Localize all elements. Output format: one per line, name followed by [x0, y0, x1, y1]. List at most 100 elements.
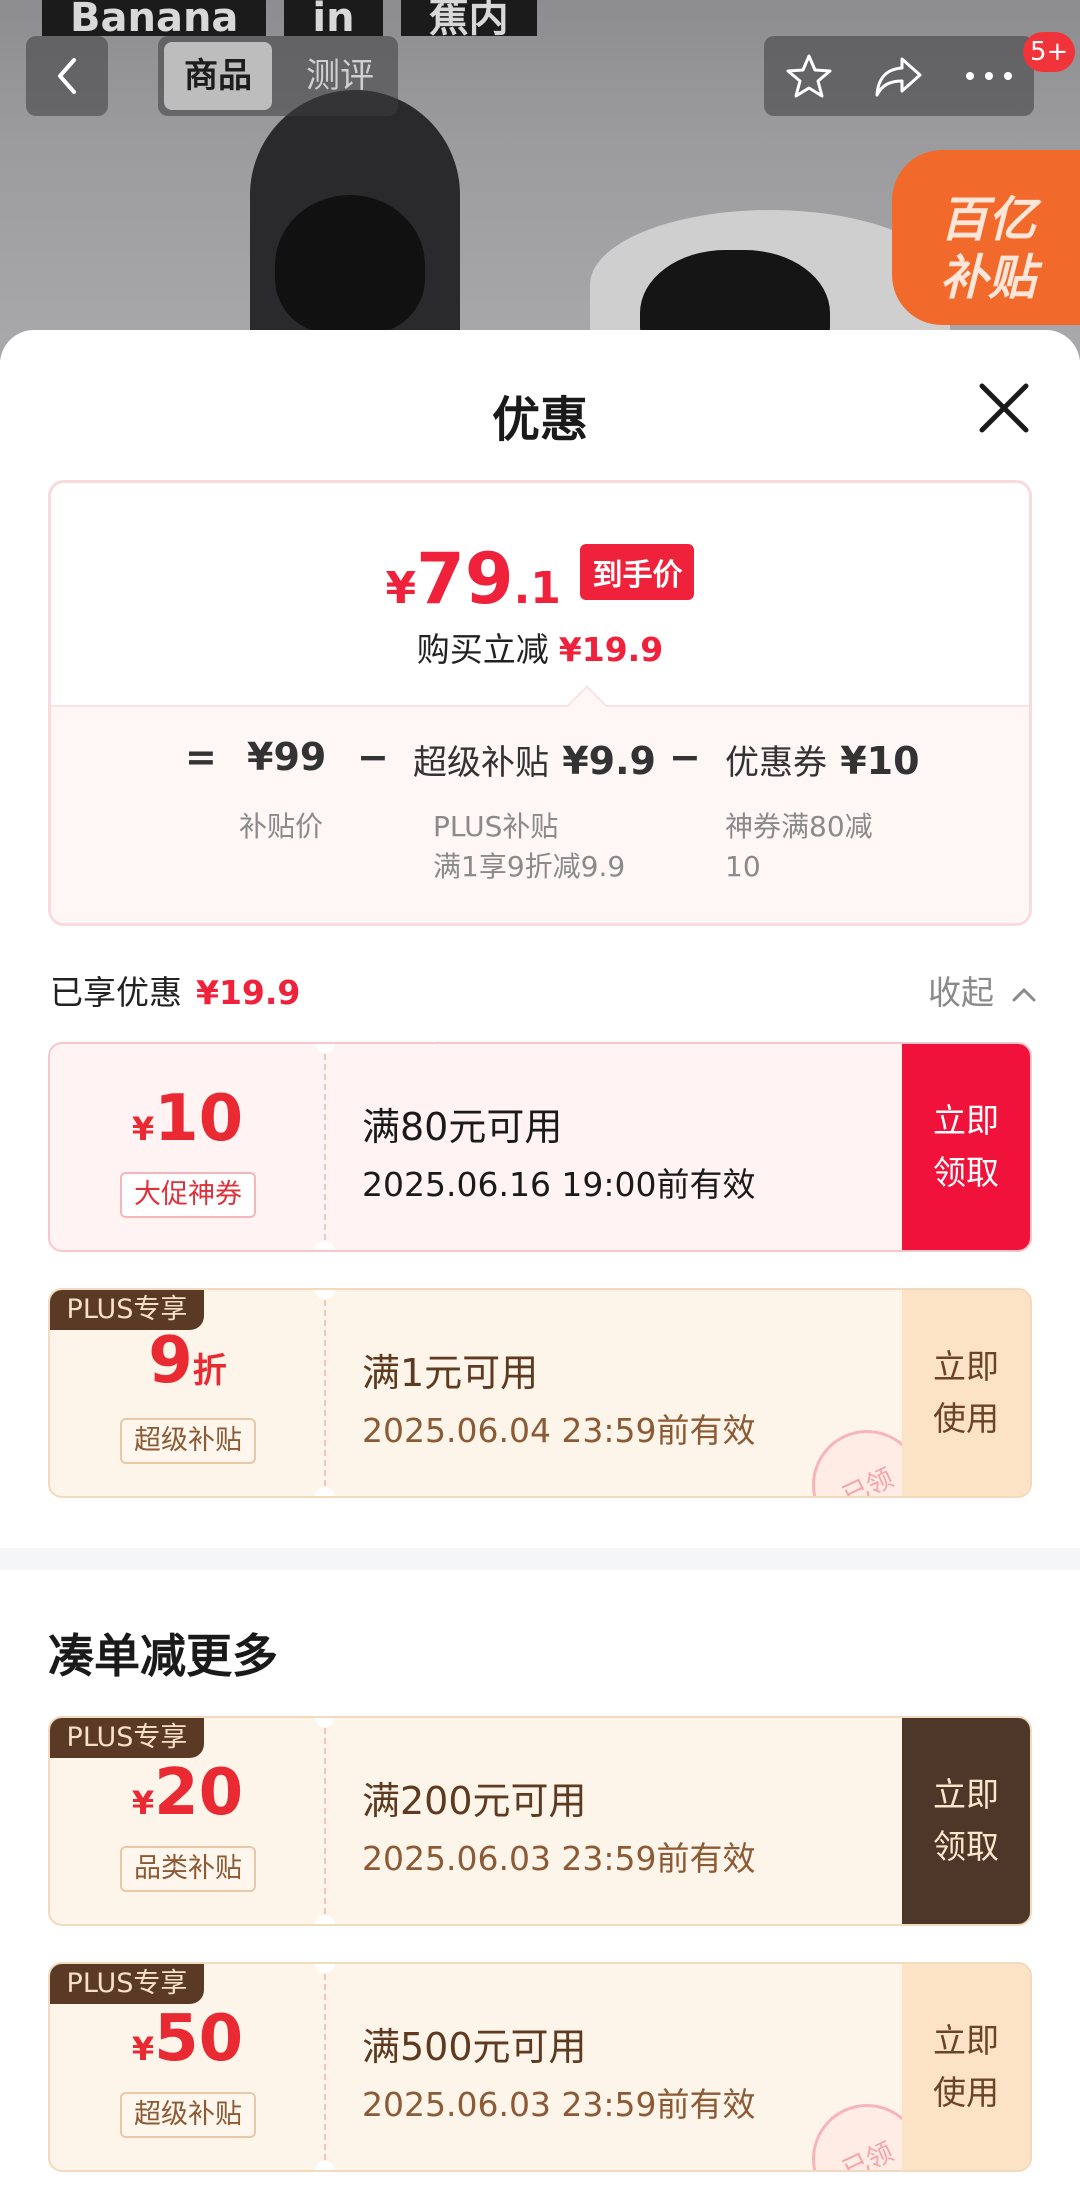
- tab-review[interactable]: 测评: [290, 42, 390, 110]
- coupon-divider: [324, 1728, 326, 1914]
- coupon-type-tag: 超级补贴: [120, 1418, 256, 1464]
- collapse-toggle[interactable]: 收起: [928, 966, 1037, 1014]
- final-price: ¥79.1 到手价: [51, 538, 1029, 620]
- coupon-note: 神券满80减: [725, 810, 873, 843]
- super-subsidy-label: 超级补贴: [413, 743, 549, 783]
- instant-discount: 购买立减 ¥19.9: [51, 623, 1029, 671]
- subsidy-badge: 百亿 补贴: [892, 150, 1080, 325]
- notification-badge: 5+: [1023, 32, 1076, 72]
- collapse-label: 收起: [928, 973, 994, 1012]
- coupon-expiry: 2025.06.04 23:59前有效: [362, 1411, 756, 1450]
- subsidy-note: PLUS补贴: [433, 810, 559, 843]
- coupon-discount-amount: ¥10: [840, 739, 920, 783]
- coupon-condition: 满500元可用: [362, 2025, 587, 2069]
- brand-word: 蕉内: [400, 0, 537, 36]
- currency-symbol: ¥: [131, 1784, 155, 1822]
- back-button[interactable]: [26, 36, 108, 116]
- section-divider: [0, 1548, 1080, 1570]
- price-breakdown: = ¥99 − 超级补贴 ¥9.9 − 优惠券 ¥10 补贴价 PLUS补贴 满…: [51, 705, 1029, 923]
- button-line: 立即: [933, 1775, 999, 1814]
- formula-minus: −: [357, 735, 389, 779]
- favorite-button[interactable]: [764, 36, 854, 116]
- instant-discount-amount: ¥19.9: [558, 630, 664, 669]
- share-icon: [875, 57, 922, 97]
- coupon-card: ¥10 大促神券 满80元可用 2025.06.16 19:00前有效 立即领取: [48, 1042, 1032, 1252]
- final-price-tag: 到手价: [580, 544, 695, 600]
- claim-coupon-button[interactable]: 立即 领取: [902, 1718, 1030, 1924]
- use-coupon-button[interactable]: 立即 使用: [902, 1964, 1030, 2170]
- more-dots-icon: [966, 72, 1012, 80]
- coupon-condition: 满200元可用: [362, 1779, 587, 1823]
- brand-word: Banana: [42, 0, 267, 36]
- enjoyed-discount: 已享优惠 ¥19.9: [50, 966, 300, 1014]
- coupon-expiry: 2025.06.16 19:00前有效: [362, 1165, 756, 1204]
- close-icon[interactable]: [974, 378, 1034, 438]
- coupon-note-detail: 10: [725, 850, 761, 883]
- button-line: 立即: [933, 2021, 999, 2060]
- top-tabs: 商品 测评: [158, 36, 398, 116]
- price-symbol: ¥: [385, 563, 417, 614]
- coupon-expiry: 2025.06.03 23:59前有效: [362, 2085, 756, 2124]
- more-discounts-title: 凑单减更多: [48, 1629, 278, 1683]
- sheet-title: 优惠: [491, 392, 588, 448]
- discount-sheet: 优惠 ¥79.1 到手价 购买立减 ¥19.9 = ¥99 − 超级补贴 ¥9.9…: [0, 330, 1080, 2204]
- formula-equals: =: [185, 735, 217, 779]
- enjoyed-amount: ¥19.9: [196, 973, 301, 1012]
- use-coupon-button[interactable]: 立即 使用: [902, 1290, 1030, 1496]
- subsidy-line-2: 补贴: [940, 250, 1037, 306]
- claim-coupon-button[interactable]: 立即 领取: [902, 1044, 1030, 1250]
- price-summary-card: ¥79.1 到手价 购买立减 ¥19.9 = ¥99 − 超级补贴 ¥9.9 − …: [48, 480, 1032, 926]
- button-line: 立即: [933, 1347, 999, 1386]
- button-line: 领取: [933, 1827, 999, 1866]
- super-subsidy-amount: ¥9.9: [562, 739, 656, 783]
- button-line: 领取: [933, 1153, 999, 1192]
- button-line: 使用: [933, 2073, 999, 2112]
- coupon-value: ¥10: [50, 1082, 325, 1156]
- coupon-divider: [324, 1300, 326, 1486]
- plus-exclusive-badge: PLUS专享: [50, 1290, 204, 1330]
- coupon-condition: 满80元可用: [362, 1105, 563, 1149]
- coupon-expiry: 2025.06.03 23:59前有效: [362, 1839, 756, 1878]
- currency-symbol: ¥: [131, 2030, 155, 2068]
- coupon-amount: 9: [148, 1324, 193, 1398]
- instant-discount-label: 购买立减: [416, 630, 549, 669]
- coupon-divider: [324, 1974, 326, 2160]
- more-button[interactable]: [944, 36, 1034, 116]
- base-price: ¥99: [247, 735, 327, 779]
- coupon-amount: 10: [154, 1082, 244, 1156]
- brand-strip: Banana in 蕉内: [42, 0, 537, 36]
- header-actions: [764, 36, 1034, 116]
- plus-exclusive-badge: PLUS专享: [50, 1964, 204, 2004]
- coupon-discount-label: 优惠券: [725, 743, 827, 783]
- coupon-amount: 50: [154, 2002, 244, 2076]
- chevron-up-icon: [1012, 987, 1035, 1002]
- coupon-value: ¥50: [50, 2002, 325, 2076]
- coupon-card: 9折 超级补贴 PLUS专享 满1元可用 2025.06.04 23:59前有效…: [48, 1288, 1032, 1498]
- super-subsidy: 超级补贴 ¥9.9: [413, 735, 656, 784]
- button-line: 使用: [933, 1399, 999, 1438]
- coupon-value: ¥20: [50, 1756, 325, 1830]
- formula-minus: −: [669, 735, 701, 779]
- coupon-card: ¥50 超级补贴 PLUS专享 满500元可用 2025.06.03 23:59…: [48, 1962, 1032, 2172]
- coupon-notch: [315, 1487, 335, 1496]
- coupon-notch: [315, 1915, 335, 1924]
- subsidy-note-detail: 满1享9折减9.9: [433, 850, 626, 883]
- coupon-value: 9折: [50, 1324, 325, 1398]
- coupon-type-tag: 大促神券: [120, 1172, 256, 1218]
- chevron-left-icon: [58, 58, 76, 94]
- model-face-mask: [275, 195, 425, 335]
- price-decimal: .1: [513, 563, 561, 614]
- coupon-notch: [315, 2161, 335, 2170]
- coupon-unit: 折: [192, 1351, 227, 1391]
- share-button[interactable]: [854, 36, 944, 116]
- enjoyed-label: 已享优惠: [50, 973, 182, 1012]
- coupon-condition: 满1元可用: [362, 1351, 539, 1395]
- tab-product[interactable]: 商品: [164, 42, 272, 110]
- button-line: 立即: [933, 1101, 999, 1140]
- currency-symbol: ¥: [131, 1110, 155, 1148]
- coupon-card: ¥20 品类补贴 PLUS专享 满200元可用 2025.06.03 23:59…: [48, 1716, 1032, 1926]
- plus-exclusive-badge: PLUS专享: [50, 1718, 204, 1758]
- base-price-note: 补贴价: [239, 810, 324, 843]
- coupon-divider: [324, 1054, 326, 1240]
- price-integer: 79: [416, 538, 514, 620]
